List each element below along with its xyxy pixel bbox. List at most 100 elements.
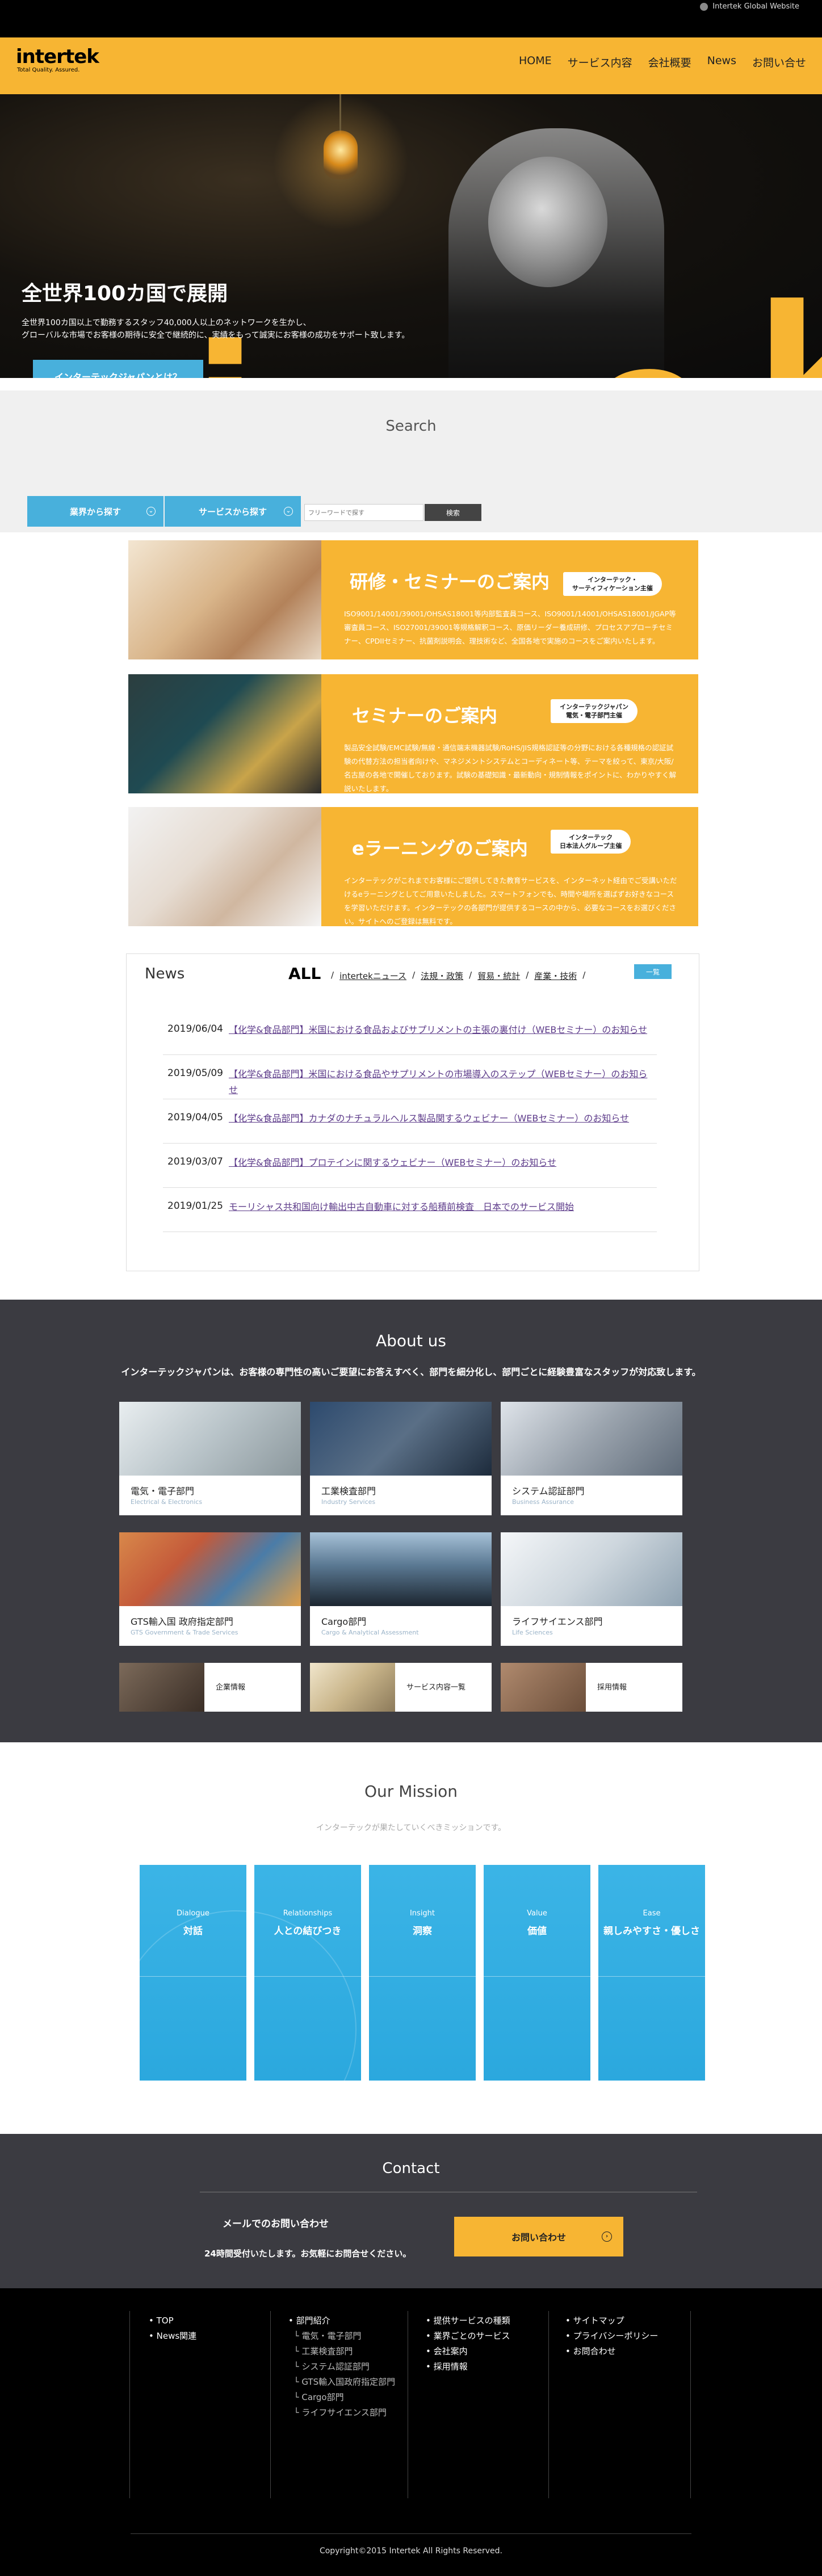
lab-scientists-image <box>501 1532 682 1606</box>
news-tab-industry[interactable]: 産業・技術 <box>534 970 577 982</box>
footer-link-service-types[interactable]: • 提供サービスの種類 <box>426 2316 510 2326</box>
footer-link-cargo[interactable]: └ Cargo部門 <box>288 2392 344 2402</box>
footer-link-privacy[interactable]: • プライバシーポリシー <box>565 2331 658 2341</box>
news-title-link[interactable]: 【化学&食品部門】プロテインに関するウェビナー（WEBセミナー）のお知らせ <box>229 1155 649 1171</box>
footer-link-top[interactable]: • TOP <box>149 2316 174 2326</box>
news-list-button[interactable]: 一覧 <box>634 964 672 979</box>
chevron-down-icon: ⌄ <box>146 507 156 516</box>
card-organizer-tag: インターテック 日本法人グループ主催 <box>551 830 631 854</box>
divider <box>369 1976 476 1977</box>
handshake-image <box>119 1663 204 1712</box>
mini-link-label: 採用情報 <box>597 1683 627 1692</box>
seminar-card[interactable]: セミナーのご案内 インターテックジャパン 電気・電子部門主催 製品安全試験/EM… <box>128 674 698 793</box>
footer-link-company[interactable]: • 会社案内 <box>426 2346 468 2356</box>
division-cargo-tile[interactable]: Cargo部門 Cargo & Analytical Assessment <box>310 1532 492 1646</box>
top-bar: Intertek Global Website <box>0 0 822 37</box>
footer-link-electrical[interactable]: └ 電気・電子部門 <box>288 2331 362 2341</box>
news-title-link[interactable]: 【化学&食品部門】カナダのナチュラルヘルス製品関するウェビナー（WEBセミナー）… <box>229 1111 649 1127</box>
footer-link-sitemap[interactable]: • サイトマップ <box>565 2316 624 2326</box>
news-date: 2019/01/25 <box>167 1200 223 1212</box>
industrial-workers-image <box>310 1402 492 1476</box>
news-item: 2019/03/07 【化学&食品部門】プロテインに関するウェビナー（WEBセミ… <box>163 1144 657 1188</box>
division-name: システム認証部門 <box>512 1486 585 1497</box>
footer-divider <box>690 2311 691 2498</box>
hero-title: 全世界100カ国で展開 <box>22 282 228 305</box>
contact-button[interactable]: お問い合わせ › <box>454 2217 623 2256</box>
news-title-link[interactable]: 【化学&食品部門】米国における食品やサプリメントの市場導入のステップ（WEBセミ… <box>229 1066 649 1098</box>
arrow-right-icon: › <box>602 2232 612 2242</box>
news-date: 2019/03/07 <box>167 1156 223 1167</box>
footer-link-recruit[interactable]: • 採用情報 <box>426 2361 468 2372</box>
footer-col-4: • サイトマップ • プライバシーポリシー • お問合わせ <box>565 2313 658 2359</box>
news-date: 2019/04/05 <box>167 1112 223 1123</box>
division-system-tile[interactable]: システム認証部門 Business Assurance <box>501 1402 682 1515</box>
intertek-logo[interactable]: intertek Total Quality. Assured. <box>16 45 99 73</box>
mission-heading: Our Mission <box>364 1782 458 1801</box>
company-info-link[interactable]: 企業情報 <box>119 1663 301 1712</box>
free-word-search-input[interactable] <box>304 504 423 521</box>
news-item: 2019/04/05 【化学&食品部門】カナダのナチュラルヘルス製品関するウェビ… <box>163 1099 657 1144</box>
search-section: Search 業界から探す ⌄ サービスから探す ⌄ 検索 <box>0 390 822 532</box>
footer-link-system[interactable]: └ システム認証部門 <box>288 2361 370 2372</box>
nav-home[interactable]: HOME <box>519 54 552 70</box>
nav-news[interactable]: News <box>707 54 736 70</box>
footer-col-2: • 部門紹介 └ 電気・電子部門 └ 工業検査部門 └ システム認証部門 └ G… <box>288 2313 395 2420</box>
news-section: News ALL / intertekニュース / 法規・政策 / 貿易・統計 / 産業… <box>126 953 699 1271</box>
footer-link-industry-services[interactable]: • 業界ごとのサービス <box>426 2331 510 2341</box>
mission-jp: 対話 <box>183 1926 203 1937</box>
footer-link-industry[interactable]: └ 工業検査部門 <box>288 2346 353 2356</box>
about-intertek-japan-button[interactable]: インターテックジャパンとは？ <box>33 360 203 378</box>
mission-en: Ease <box>643 1909 661 1918</box>
division-life-science-tile[interactable]: ライフサイエンス部門 Life Sciences <box>501 1532 682 1646</box>
nav-company[interactable]: 会社概要 <box>648 54 691 70</box>
mission-en: Relationships <box>283 1909 333 1918</box>
division-name: GTS輸入国 政府指定部門 <box>131 1616 233 1627</box>
portrait-face <box>488 157 607 287</box>
footer-divider <box>270 2311 271 2498</box>
footer-link-news[interactable]: • News関連 <box>149 2331 196 2341</box>
tanker-ship-image <box>310 1532 492 1606</box>
footer-link-gts[interactable]: └ GTS輸入国政府指定部門 <box>288 2377 396 2387</box>
contact-section: Contact メールでのお問い合わせ 24時間受付いたします。お気軽にお問合せ… <box>0 2134 822 2288</box>
contact-email-label: メールでのお問い合わせ <box>223 2218 329 2230</box>
search-by-service-button[interactable]: サービスから探す ⌄ <box>165 496 301 527</box>
search-submit-button[interactable]: 検索 <box>425 504 481 521</box>
recruit-link[interactable]: 採用情報 <box>501 1663 682 1712</box>
circuit-board-image <box>128 674 321 793</box>
mission-en: Dialogue <box>177 1909 209 1918</box>
chevron-down-icon: ⌄ <box>284 507 293 516</box>
global-website-link[interactable]: Intertek Global Website <box>700 2 799 11</box>
footer-link-life-science[interactable]: └ ライフサイエンス部門 <box>288 2407 387 2418</box>
mission-jp: 価値 <box>527 1926 547 1937</box>
division-gts-tile[interactable]: GTS輸入国 政府指定部門 GTS Government & Trade Ser… <box>119 1532 301 1646</box>
division-name-en: Business Assurance <box>512 1498 574 1506</box>
search-by-industry-button[interactable]: 業界から探す ⌄ <box>27 496 163 527</box>
news-tab-trade[interactable]: 貿易・統計 <box>477 970 520 982</box>
recruit-image <box>501 1663 586 1712</box>
mission-en: Value <box>527 1909 547 1918</box>
footer-link-inquiry[interactable]: • お問合わせ <box>565 2346 616 2356</box>
division-electrical-tile[interactable]: 電気・電子部門 Electrical & Electronics <box>119 1402 301 1515</box>
news-heading: News <box>145 965 185 982</box>
news-date: 2019/05/09 <box>167 1068 223 1079</box>
footer-link-divisions[interactable]: • 部門紹介 <box>288 2316 330 2326</box>
about-subtitle: インターテックジャパンは、お客様の専門性の高いご要望にお答えすべく、部門を細分化… <box>121 1367 701 1377</box>
news-tab-intertek[interactable]: intertekニュース <box>339 970 406 982</box>
mission-jp: 人との結びつき <box>274 1926 342 1937</box>
training-seminar-card[interactable]: 研修・セミナーのご案内 インターテック・ サーティフィケーション主催 ISO90… <box>128 540 698 659</box>
news-item: 2019/06/04 【化学&食品部門】米国における食品およびサプリメントの主張… <box>163 1011 657 1055</box>
service-list-link[interactable]: サービス内容一覧 <box>310 1663 492 1712</box>
nav-services[interactable]: サービス内容 <box>568 54 632 70</box>
e-learning-card[interactable]: eラーニングのご案内 インターテック 日本法人グループ主催 インターテックがこれ… <box>128 807 698 926</box>
site-footer: • TOP • News関連 • 部門紹介 └ 電気・電子部門 └ 工業検査部門… <box>0 2288 822 2576</box>
division-name: Cargo部門 <box>321 1616 367 1627</box>
copyright-divider <box>131 2533 691 2534</box>
news-tab-all[interactable]: ALL <box>288 964 321 983</box>
news-tab-regulation[interactable]: 法規・政策 <box>421 970 463 982</box>
division-industry-tile[interactable]: 工業検査部門 Industry Services <box>310 1402 492 1515</box>
nav-contact[interactable]: お問い合せ <box>752 54 806 70</box>
hero-deco-letter-e: e <box>585 316 712 378</box>
news-title-link[interactable]: モーリシャス共和国向け輸出中古自動車に対する船積前検査 日本でのサービス開始 <box>229 1199 649 1215</box>
news-title-link[interactable]: 【化学&食品部門】米国における食品およびサプリメントの主張の裏付け（WEBセミナ… <box>229 1022 649 1038</box>
division-name-en: GTS Government & Trade Services <box>131 1629 238 1636</box>
